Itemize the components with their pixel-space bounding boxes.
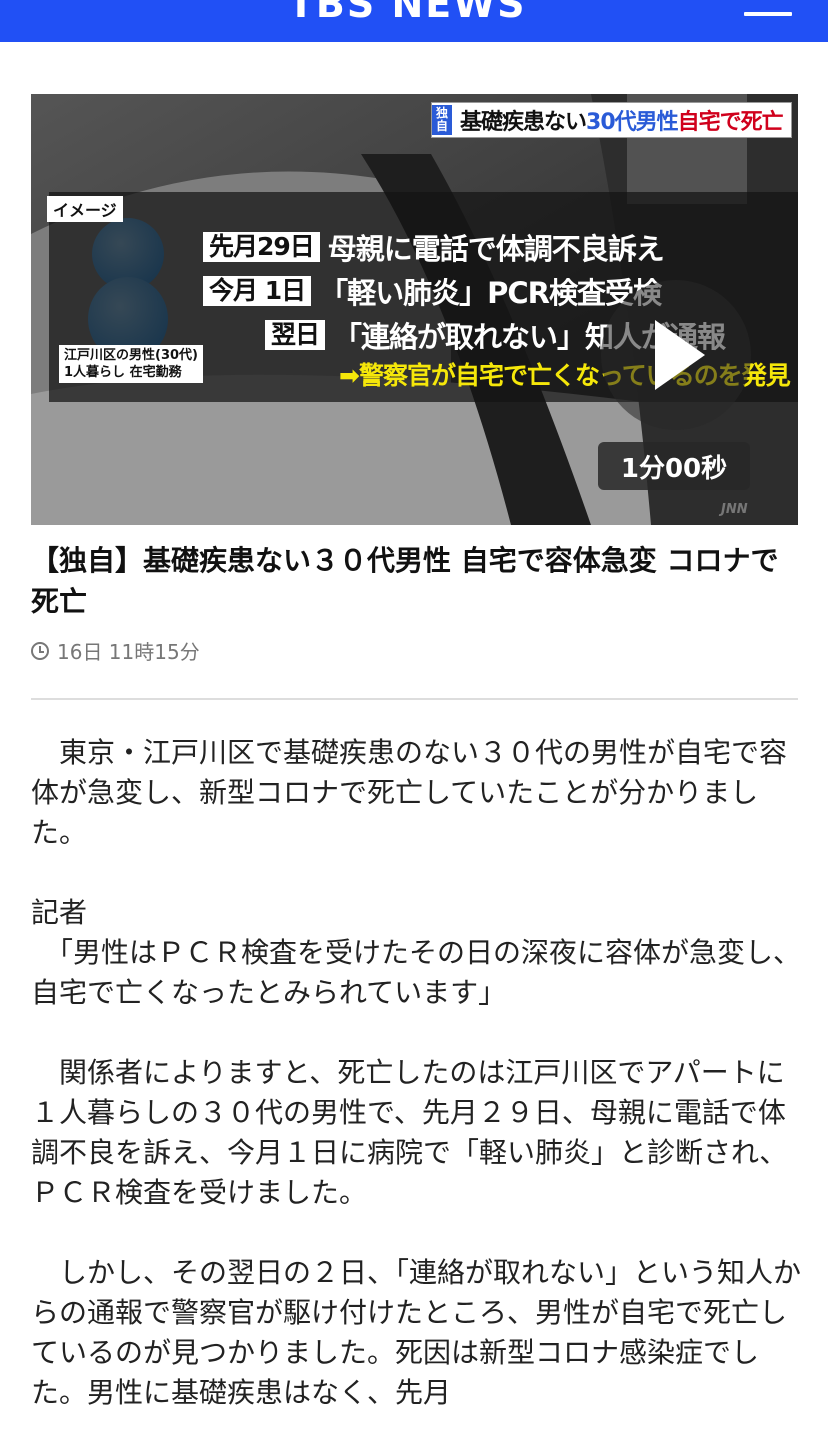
- timeline-text: 「軽い肺炎」PCR検査受検: [319, 276, 662, 310]
- timeline-date: 先月29日: [203, 232, 320, 262]
- article-paragraph: しかし、その翌日の２日、「連絡が取れない」という知人からの通報で警察官が駆け付け…: [31, 1256, 802, 1409]
- article-meta: 16日 11時15分: [31, 636, 200, 665]
- article-timestamp: 16日 11時15分: [57, 640, 200, 664]
- timeline-date: 今月 1日: [203, 276, 312, 306]
- site-logo[interactable]: TBS NEWS: [288, 0, 527, 26]
- article-paragraph: 記者 「男性はＰＣＲ検査を受けたその日の深夜に容体が急変し、自宅で亡くなったとみ…: [31, 896, 802, 1009]
- exclusive-banner: 独自 基礎疾患ない30代男性自宅で死亡: [431, 102, 792, 138]
- timeline-row: 今月 1日 「軽い肺炎」PCR検査受検: [203, 270, 662, 312]
- image-label: イメージ: [47, 196, 123, 222]
- video-duration-badge: 1分00秒: [598, 442, 750, 490]
- timeline-text: 母親に電話で体調不良訴え: [327, 232, 665, 266]
- clock-icon: [31, 641, 49, 660]
- divider: [31, 698, 798, 700]
- hamburger-menu-icon[interactable]: [744, 0, 792, 22]
- article-title: 【独自】基礎疾患ない３０代男性 自宅で容体急変 コロナで死亡: [31, 544, 779, 618]
- article-paragraph: 東京・江戸川区で基礎疾患のない３０代の男性が自宅で容体が急変し、新型コロナで死亡…: [31, 736, 788, 849]
- article-body: 東京・江戸川区で基礎疾患のない３０代の男性が自宅で容体が急変し、新型コロナで死亡…: [31, 733, 801, 1453]
- timeline-row: 先月29日 母親に電話で体調不良訴え: [203, 226, 665, 268]
- exclusive-tag: 独自: [432, 105, 452, 135]
- play-icon[interactable]: [601, 280, 751, 430]
- video-player[interactable]: 独自 基礎疾患ない30代男性自宅で死亡 イメージ 先月29日 母親に電話で体調不…: [31, 94, 798, 525]
- article-paragraph: 関係者によりますと、死亡したのは江戸川区でアパートに１人暮らしの３０代の男性で、…: [31, 1056, 788, 1209]
- person-label: 江戸川区の男性(30代) 1人暮らし 在宅勤務: [59, 345, 203, 383]
- timeline-date: 翌日: [265, 320, 326, 350]
- jnn-watermark: JNN: [721, 502, 748, 517]
- banner-text: 基礎疾患ない30代男性自宅で死亡: [460, 110, 784, 135]
- site-header: TBS NEWS: [0, 0, 828, 42]
